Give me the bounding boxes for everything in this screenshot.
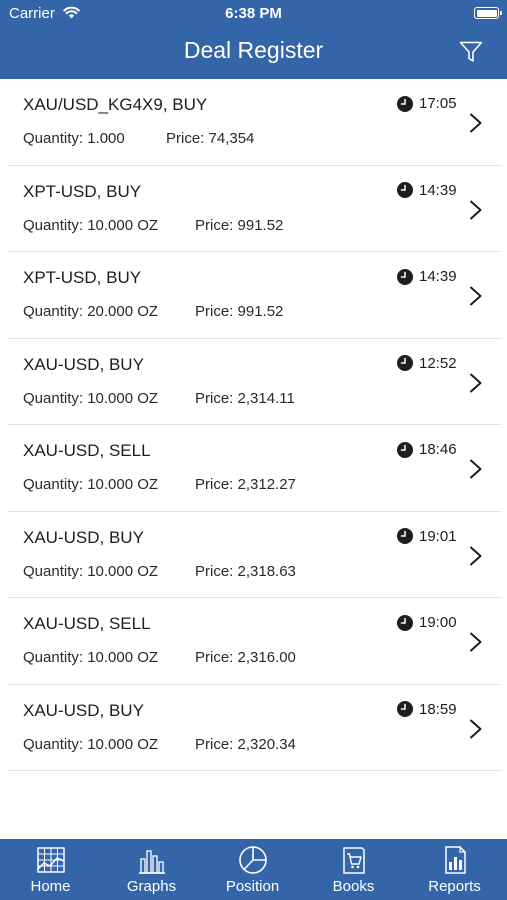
deal-row[interactable]: XAU-USD, BUY 19:01 Quantity: 10.000 OZ P… — [7, 512, 502, 598]
deal-quantity: Quantity: 10.000 OZ — [23, 476, 159, 493]
deal-time: 19:00 — [397, 614, 457, 631]
chevron-right-icon — [470, 632, 482, 652]
deal-time: 14:39 — [397, 268, 457, 285]
deal-symbol: XPT-USD, BUY — [23, 181, 142, 201]
deal-quantity: Quantity: 20.000 OZ — [23, 303, 159, 320]
deal-time-text: 19:00 — [419, 614, 457, 631]
deal-price: Price: 2,316.00 — [195, 649, 296, 666]
deal-price: Price: 991.52 — [195, 303, 284, 320]
pie-chart-icon — [239, 846, 267, 874]
deal-symbol: XPT-USD, BUY — [23, 268, 142, 287]
deal-price: Price: 2,318.63 — [195, 562, 296, 580]
deal-symbol: XAU-USD, SELL — [23, 441, 151, 460]
tab-reports[interactable]: Reports — [404, 839, 505, 900]
tab-home[interactable]: Home — [0, 839, 101, 900]
chevron-right-icon — [470, 286, 482, 306]
chevron-right-icon — [470, 373, 482, 392]
deal-time-text: 17:05 — [419, 95, 457, 112]
report-icon — [445, 846, 466, 874]
filter-icon[interactable] — [459, 40, 483, 64]
deal-symbol: XAU-USD, BUY — [23, 700, 144, 720]
chevron-right-icon — [470, 719, 482, 738]
deal-price: Price: 2,312.27 — [195, 476, 296, 493]
deal-time: 18:46 — [397, 441, 457, 458]
deal-time: 14:39 — [397, 182, 457, 199]
deal-row[interactable]: XAU/USD_KG4X9, BUY 17:05 Quantity: 1.000… — [7, 79, 502, 166]
chevron-right-icon — [470, 200, 482, 219]
clock-icon — [397, 182, 413, 198]
deal-row[interactable]: XPT-USD, BUY 14:39 Quantity: 20.000 OZ P… — [7, 252, 502, 339]
tab-position[interactable]: Position — [202, 839, 303, 900]
tab-graphs-label: Graphs — [126, 878, 177, 895]
deal-time-text: 19:01 — [419, 527, 457, 545]
deal-row[interactable]: XPT-USD, BUY 14:39 Quantity: 10.000 OZ P… — [7, 166, 502, 252]
deal-time-text: 14:39 — [419, 181, 457, 199]
deal-time-text: 12:52 — [419, 354, 457, 372]
clock-icon — [397, 528, 413, 544]
deal-symbol: XAU-USD, BUY — [23, 354, 144, 374]
tab-reports-label: Reports — [428, 878, 481, 895]
tab-bar: Home Graphs Position Books Reports — [0, 839, 507, 900]
deal-time: 12:52 — [397, 355, 457, 372]
clock-icon — [397, 441, 413, 458]
tab-graphs[interactable]: Graphs — [101, 839, 202, 900]
deal-price: Price: 74,354 — [166, 130, 255, 147]
deal-quantity: Quantity: 10.000 OZ — [23, 562, 159, 580]
deal-row[interactable]: XAU-USD, BUY 12:52 Quantity: 10.000 OZ P… — [7, 339, 502, 425]
deal-row[interactable]: XAU-USD, SELL 19:00 Quantity: 10.000 OZ … — [7, 598, 502, 685]
deal-list: XAU/USD_KG4X9, BUY 17:05 Quantity: 1.000… — [0, 79, 507, 771]
chevron-right-icon — [470, 113, 482, 133]
tab-books-label: Books — [332, 878, 375, 895]
nav-header: Carrier 6:38 PM Deal Register — [0, 0, 507, 79]
deal-time: 17:05 — [397, 95, 457, 112]
book-cart-icon — [343, 847, 365, 874]
deal-time-text: 14:39 — [419, 268, 457, 285]
tab-position-label: Position — [225, 878, 280, 895]
deal-time-text: 18:46 — [419, 441, 457, 458]
deal-time-text: 18:59 — [419, 700, 457, 718]
deal-quantity: Quantity: 10.000 OZ — [23, 735, 159, 753]
deal-row[interactable]: XAU-USD, BUY 18:59 Quantity: 10.000 OZ P… — [7, 685, 502, 771]
battery-icon — [474, 7, 502, 19]
deal-time: 19:01 — [397, 528, 457, 545]
deal-row[interactable]: XAU-USD, SELL 18:46 Quantity: 10.000 OZ … — [7, 425, 502, 512]
deal-quantity: Quantity: 10.000 OZ — [23, 389, 159, 407]
chevron-right-icon — [470, 459, 482, 479]
status-time: 6:38 PM — [225, 5, 282, 22]
chevron-right-icon — [470, 546, 482, 565]
deal-price: Price: 2,314.11 — [195, 389, 295, 407]
deal-price: Price: 991.52 — [195, 216, 284, 234]
tab-home-label: Home — [30, 878, 71, 895]
tab-books[interactable]: Books — [303, 839, 404, 900]
deal-symbol: XAU/USD_KG4X9, BUY — [23, 95, 208, 114]
clock-icon — [397, 701, 413, 717]
clock-icon — [397, 95, 413, 112]
grid-icon — [37, 847, 65, 873]
status-bar: Carrier 6:38 PM — [0, 0, 507, 28]
clock-icon — [397, 355, 413, 371]
bar-chart-icon — [139, 850, 165, 874]
deal-quantity: Quantity: 1.000 — [23, 130, 125, 147]
deal-symbol: XAU-USD, SELL — [23, 614, 151, 633]
deal-symbol: XAU-USD, BUY — [23, 527, 144, 547]
deal-quantity: Quantity: 10.000 OZ — [23, 216, 159, 234]
clock-icon — [397, 268, 413, 285]
deal-time: 18:59 — [397, 701, 457, 718]
clock-icon — [397, 614, 413, 631]
page-title: Deal Register — [183, 37, 324, 63]
deal-quantity: Quantity: 10.000 OZ — [23, 649, 159, 666]
deal-price: Price: 2,320.34 — [195, 735, 296, 753]
